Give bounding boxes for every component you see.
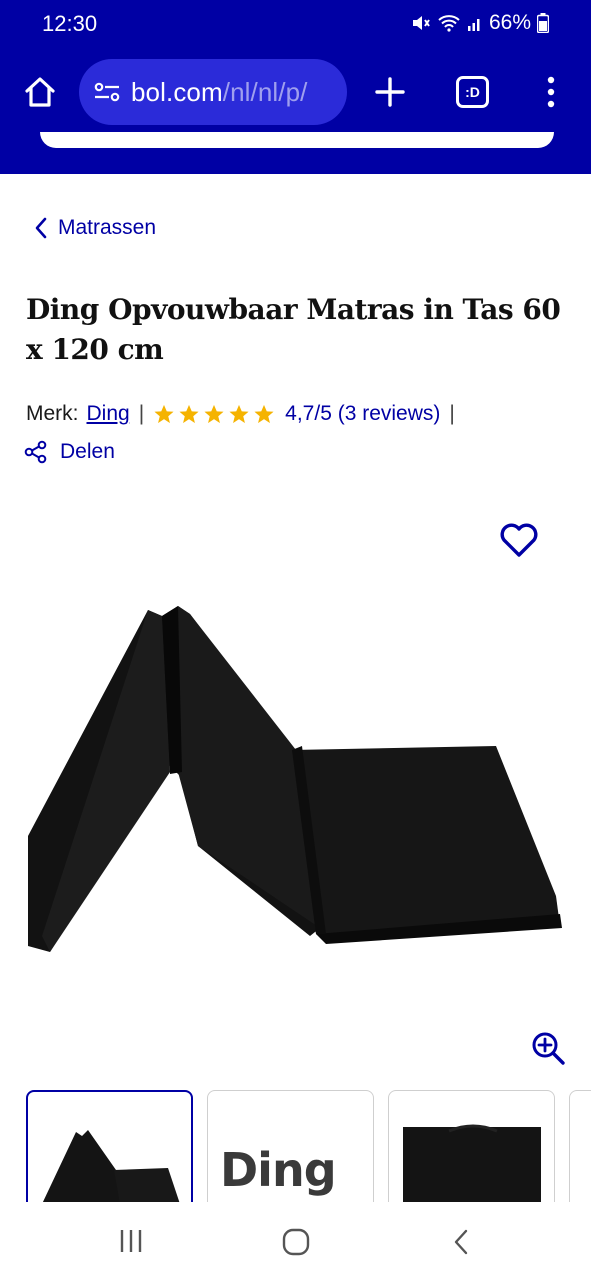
home-button-icon[interactable] <box>282 1228 310 1256</box>
thumbnail-4[interactable] <box>569 1090 591 1202</box>
rating-reviews-link[interactable]: 4,7/5 (3 reviews) <box>285 402 440 426</box>
star-icon <box>179 405 199 423</box>
tab-switcher-button[interactable]: :D <box>456 76 489 108</box>
star-icon <box>254 405 274 423</box>
heart-icon[interactable] <box>498 520 540 560</box>
separator: | <box>138 402 145 425</box>
new-tab-icon[interactable] <box>372 74 408 110</box>
site-search-bar-edge[interactable] <box>40 132 554 148</box>
battery-icon <box>537 13 549 33</box>
thumbnail-product-image <box>42 1130 180 1202</box>
star-icon <box>204 405 224 423</box>
breadcrumb[interactable]: Matrassen <box>34 216 156 240</box>
star-icon <box>229 405 249 423</box>
address-bar[interactable]: bol.com/nl/nl/p/ <box>79 59 347 125</box>
signal-icon <box>467 19 480 31</box>
star-icon <box>154 405 174 423</box>
status-icons: 66% <box>411 11 549 35</box>
url-path: /nl/nl/p/ <box>222 76 308 107</box>
product-image[interactable] <box>20 596 570 966</box>
product-meta: Merk: Ding | 4,7/5 (3 reviews) | <box>26 402 576 426</box>
site-settings-icon[interactable] <box>93 81 121 103</box>
thumbnail-3[interactable] <box>388 1090 555 1202</box>
url-text: bol.com/nl/nl/p/ <box>131 77 307 108</box>
back-icon[interactable] <box>452 1228 470 1256</box>
wifi-icon <box>438 15 460 32</box>
breadcrumb-label: Matrassen <box>58 216 157 239</box>
thumbnail-1[interactable] <box>26 1090 193 1202</box>
zoom-in-icon[interactable] <box>530 1030 566 1066</box>
separator: | <box>449 402 455 425</box>
rating-stars <box>153 404 275 424</box>
url-domain: bol.com <box>131 76 223 107</box>
browser-chrome: 12:30 66% bol.com/nl/nl/p/ :D <box>0 0 591 174</box>
product-title: Ding Opvouwbaar Matras in Tas 60 x 120 c… <box>26 293 561 366</box>
mute-icon <box>412 16 430 30</box>
brand-link[interactable]: Ding <box>87 402 130 426</box>
thumbnail-bag-image <box>403 1124 541 1202</box>
chevron-left-icon <box>35 217 47 239</box>
more-options-icon[interactable] <box>542 74 560 110</box>
home-icon[interactable] <box>22 74 58 110</box>
share-button[interactable]: Delen <box>24 440 115 464</box>
share-label: Delen <box>60 440 115 463</box>
battery-percentage: 66% <box>488 11 531 34</box>
brand-prefix: Merk: <box>26 402 79 425</box>
recent-apps-icon[interactable] <box>118 1228 144 1254</box>
thumbnail-strip: Ding <box>26 1090 591 1202</box>
status-time: 12:30 <box>42 11 98 36</box>
thumbnail-brand-logo: Ding <box>220 1143 337 1197</box>
share-icon <box>24 440 47 464</box>
thumbnail-2[interactable]: Ding <box>207 1090 374 1202</box>
